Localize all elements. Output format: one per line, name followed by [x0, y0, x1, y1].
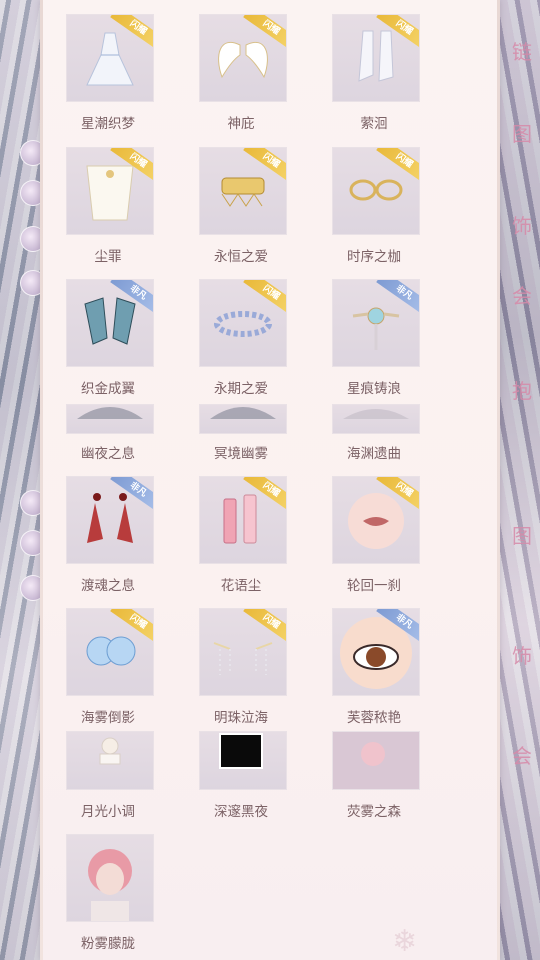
- item-name: 月光小调: [81, 804, 135, 820]
- background-glyph: 会: [512, 744, 532, 768]
- item-thumbnail[interactable]: 非凡: [66, 476, 154, 564]
- item-name: 明珠泣海: [214, 710, 268, 726]
- black-card-icon: [219, 733, 263, 769]
- item-thumbnail[interactable]: 闪耀: [199, 14, 287, 102]
- item-thumbnail[interactable]: [332, 731, 420, 790]
- item-name: 粉雾朦胧: [81, 936, 135, 952]
- panel-border-left: [40, 0, 43, 960]
- item-thumbnail[interactable]: 闪耀: [66, 14, 154, 102]
- background-glyph: 抱: [512, 379, 532, 403]
- item-thumbnail[interactable]: 非凡: [66, 279, 154, 367]
- item-name: 幽夜之息: [81, 446, 135, 462]
- item-thumbnail[interactable]: 闪耀: [199, 608, 287, 696]
- item-name: 织金成翼: [81, 381, 135, 397]
- portrait-icon: [333, 732, 419, 789]
- background-glyph: 饰: [512, 214, 532, 238]
- item-thumbnail[interactable]: [199, 731, 287, 790]
- item-name: 永恒之爱: [214, 249, 268, 265]
- background-glyph: 图: [512, 524, 532, 548]
- item-thumbnail[interactable]: 非凡: [332, 279, 420, 367]
- item-thumbnail[interactable]: 非凡: [332, 608, 420, 696]
- background-glyph: 会: [512, 284, 532, 308]
- item-name: 尘罪: [94, 249, 122, 265]
- item-name: 渡魂之息: [81, 578, 135, 594]
- item-thumbnail[interactable]: 闪耀: [199, 279, 287, 367]
- item-name: 神庇: [227, 116, 255, 132]
- item-name: 海雾倒影: [81, 710, 135, 726]
- item-thumbnail[interactable]: 闪耀: [199, 147, 287, 235]
- item-name: 海渊遗曲: [347, 446, 401, 462]
- item-thumbnail[interactable]: 闪耀: [332, 14, 420, 102]
- item-name: 星潮织梦: [81, 116, 135, 132]
- item-name: 萦洄: [360, 116, 388, 132]
- item-thumbnail[interactable]: [332, 404, 420, 434]
- background-glyph: 饰: [512, 644, 532, 668]
- item-list-panel[interactable]: 闪耀 星潮织梦 闪耀 神庇 闪耀 萦洄 闪耀 尘罪 闪耀 永恒之爱 闪耀 时序之枷 非凡 织金成翼 闪耀 永期…: [40, 0, 500, 960]
- item-name: 星痕铸浪: [347, 381, 401, 397]
- item-name: 花语尘: [220, 578, 262, 594]
- item-thumbnail[interactable]: 闪耀: [66, 608, 154, 696]
- item-thumbnail[interactable]: 闪耀: [66, 147, 154, 235]
- item-name: 芙蓉秾艳: [347, 710, 401, 726]
- hair-icon: [210, 407, 276, 419]
- item-thumbnail[interactable]: [199, 404, 287, 434]
- item-name: 冥境幽雾: [214, 446, 268, 462]
- snowflake-decoration-icon: ❄: [392, 924, 418, 959]
- item-name: 轮回一刹: [347, 578, 401, 594]
- item-name: 荧雾之森: [347, 804, 401, 820]
- background-glyph: 图: [512, 122, 532, 146]
- item-thumbnail[interactable]: [66, 404, 154, 434]
- item-thumbnail[interactable]: 闪耀: [199, 476, 287, 564]
- item-thumbnail[interactable]: [66, 834, 154, 922]
- fabric-icon: [343, 409, 409, 419]
- item-thumbnail[interactable]: 闪耀: [332, 476, 420, 564]
- item-name: 永期之爱: [214, 381, 268, 397]
- pink-hair-icon: [88, 849, 132, 921]
- background-glyph: 链: [512, 40, 532, 64]
- item-name: 深邃黑夜: [214, 804, 268, 820]
- item-name: 时序之枷: [347, 249, 401, 265]
- hair-icon: [77, 407, 143, 419]
- item-thumbnail[interactable]: [66, 731, 154, 790]
- panel-border-right: [497, 0, 500, 960]
- item-thumbnail[interactable]: 闪耀: [332, 147, 420, 235]
- doll-icon: [99, 737, 121, 765]
